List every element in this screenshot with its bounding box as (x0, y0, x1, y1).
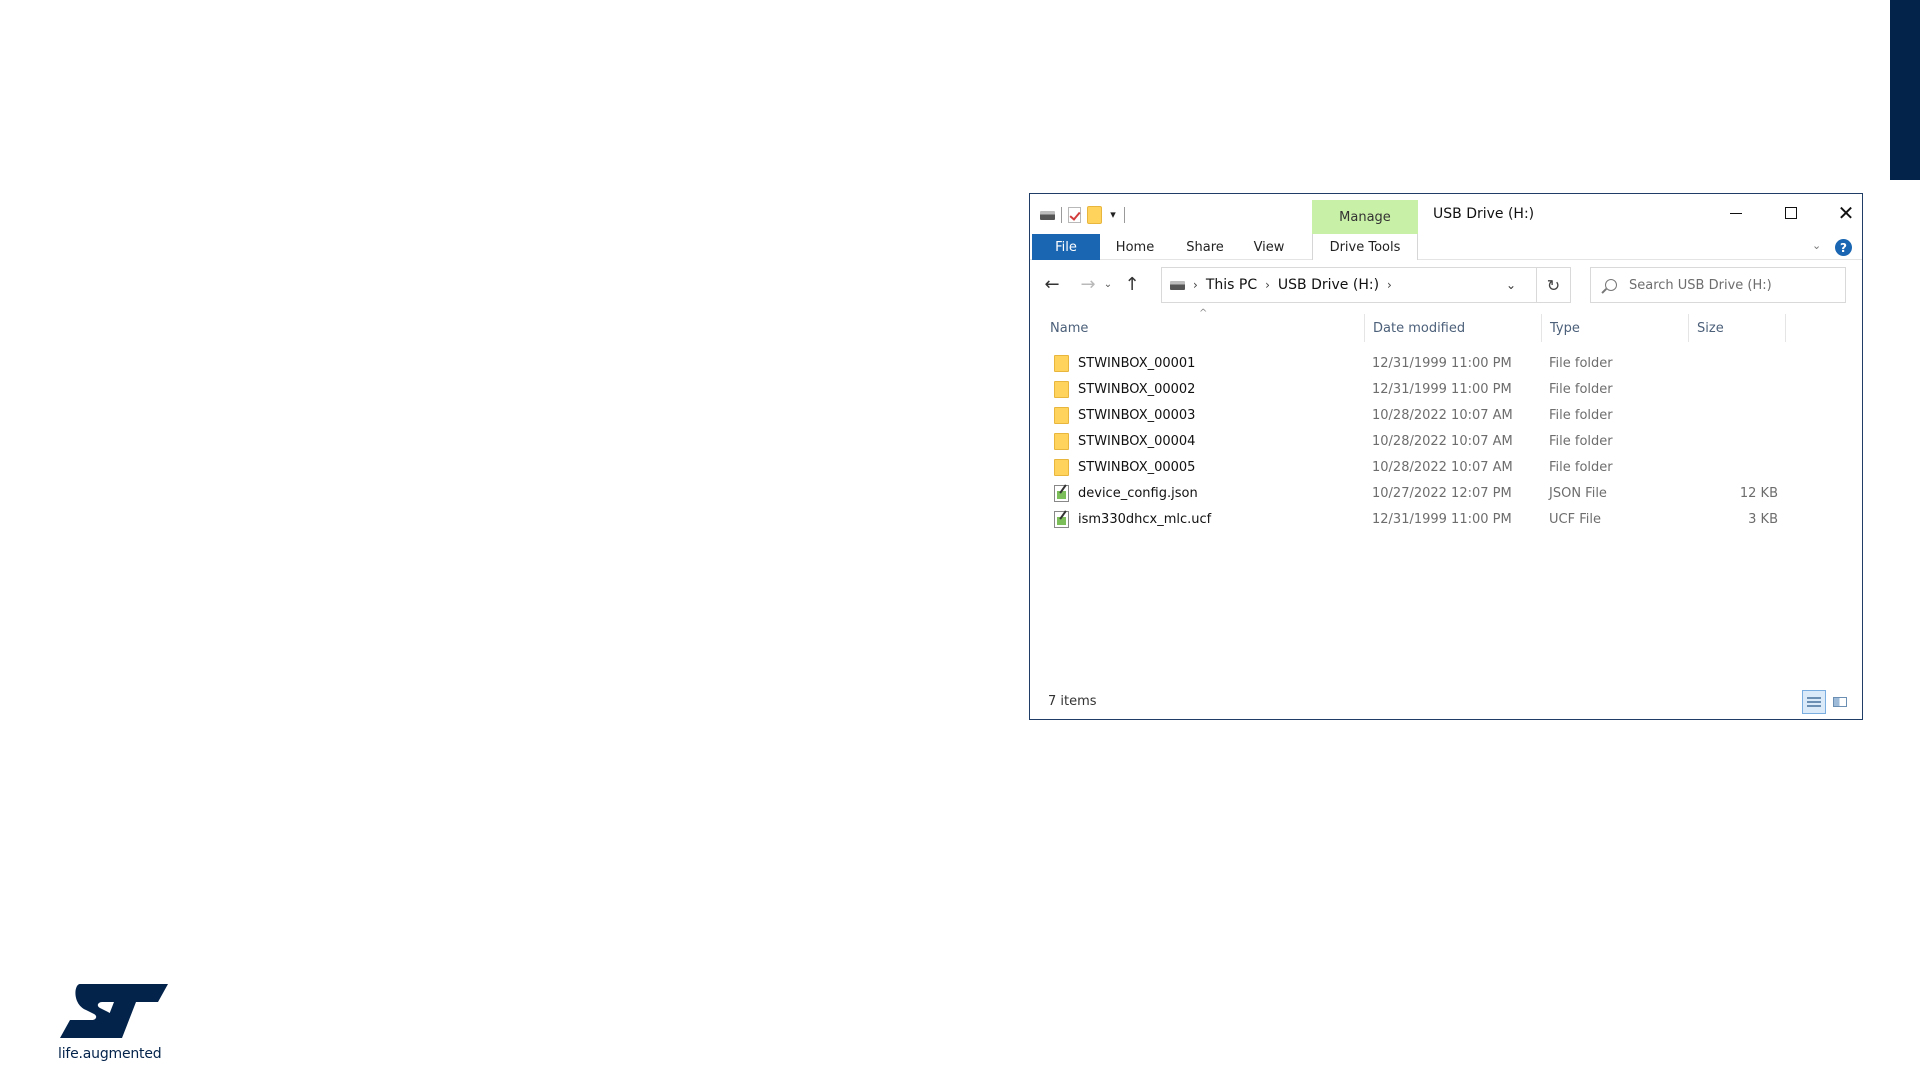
file-type: UCF File (1549, 512, 1601, 527)
file-name: ism330dhcx_mlc.ucf (1078, 512, 1212, 527)
file-icon (1054, 485, 1069, 502)
file-name: STWINBOX_00005 (1078, 460, 1196, 475)
details-view-icon (1807, 696, 1821, 708)
logo-tagline: life.augmented (58, 1046, 162, 1062)
file-name: STWINBOX_00001 (1078, 356, 1196, 371)
address-history-chevron-icon[interactable]: ⌄ (1506, 278, 1516, 292)
file-date: 12/31/1999 11:00 PM (1372, 512, 1512, 527)
slide-accent-bar (1890, 0, 1920, 180)
ribbon-tabs: File Home Share View Drive Tools ⌄ ? (1030, 234, 1862, 260)
address-bar[interactable]: › This PC › USB Drive (H:) › ⌄ (1161, 267, 1537, 303)
customize-dropdown-icon[interactable]: ▾ (1108, 209, 1118, 220)
minimize-button[interactable] (1713, 198, 1759, 228)
details-view-button[interactable] (1802, 690, 1826, 714)
st-logo-icon (60, 984, 168, 1038)
file-type: File folder (1549, 382, 1613, 397)
up-button[interactable]: ↑ (1119, 271, 1145, 297)
properties-icon[interactable] (1068, 207, 1081, 223)
tab-view[interactable]: View (1242, 234, 1296, 260)
file-row[interactable]: ism330dhcx_mlc.ucf 12/31/1999 11:00 PM U… (1030, 507, 1862, 533)
recent-locations-button[interactable]: ⌄ (1100, 271, 1116, 297)
breadcrumb-separator[interactable]: › (1193, 278, 1198, 292)
file-list: STWINBOX_00001 12/31/1999 11:00 PM File … (1030, 351, 1862, 533)
folder-icon (1054, 433, 1069, 450)
file-row[interactable]: STWINBOX_00002 12/31/1999 11:00 PM File … (1030, 377, 1862, 403)
file-icon (1054, 511, 1069, 528)
file-size: 3 KB (1748, 512, 1778, 527)
file-date: 10/28/2022 10:07 AM (1372, 460, 1513, 475)
file-type: File folder (1549, 356, 1613, 371)
file-explorer-window: ▾ Manage USB Drive (H:) ✕ File Home Shar… (1029, 193, 1863, 720)
file-row[interactable]: device_config.json 10/27/2022 12:07 PM J… (1030, 481, 1862, 507)
file-date: 12/31/1999 11:00 PM (1372, 356, 1512, 371)
drive-icon (1170, 280, 1185, 290)
breadcrumb-this-pc[interactable]: This PC (1206, 277, 1257, 293)
file-date: 10/28/2022 10:07 AM (1372, 408, 1513, 423)
large-icons-view-button[interactable] (1830, 692, 1850, 712)
back-button[interactable]: ← (1039, 271, 1065, 297)
file-size: 12 KB (1739, 486, 1778, 501)
file-date: 10/27/2022 12:07 PM (1372, 486, 1512, 501)
tab-manage[interactable]: Manage (1312, 200, 1418, 234)
tab-home[interactable]: Home (1105, 234, 1165, 260)
maximize-button[interactable] (1768, 198, 1814, 228)
file-date: 10/28/2022 10:07 AM (1372, 434, 1513, 449)
st-logo: life.augmented (58, 980, 176, 1062)
file-type: File folder (1549, 408, 1613, 423)
search-input[interactable] (1629, 277, 1829, 293)
expand-ribbon-icon[interactable]: ⌄ (1812, 239, 1821, 252)
maximize-icon (1785, 207, 1797, 219)
breadcrumb-separator[interactable]: › (1265, 278, 1270, 292)
toolbar-divider (1124, 207, 1125, 223)
folder-icon (1054, 459, 1069, 476)
search-box[interactable] (1590, 267, 1846, 303)
large-icons-view-icon (1833, 697, 1847, 707)
title-bar: ▾ Manage USB Drive (H:) ✕ (1030, 194, 1862, 234)
file-row[interactable]: STWINBOX_00001 12/31/1999 11:00 PM File … (1030, 351, 1862, 377)
column-header-date-modified[interactable]: Date modified (1364, 314, 1540, 342)
column-header-size[interactable]: Size (1688, 314, 1786, 342)
tab-drive-tools[interactable]: Drive Tools (1312, 234, 1418, 260)
tab-share[interactable]: Share (1175, 234, 1235, 260)
minimize-icon (1730, 212, 1742, 214)
new-folder-icon[interactable] (1087, 206, 1102, 224)
file-type: File folder (1549, 460, 1613, 475)
help-icon[interactable]: ? (1835, 239, 1852, 256)
navigation-bar: ← → ⌄ ↑ › This PC › USB Drive (H:) › ⌄ ↻ (1030, 265, 1862, 303)
toolbar-divider (1061, 207, 1062, 223)
folder-icon (1054, 407, 1069, 424)
breadcrumb-separator[interactable]: › (1387, 278, 1392, 292)
folder-icon (1054, 355, 1069, 372)
file-row[interactable]: STWINBOX_00004 10/28/2022 10:07 AM File … (1030, 429, 1862, 455)
file-name: STWINBOX_00002 (1078, 382, 1196, 397)
close-button[interactable]: ✕ (1823, 198, 1862, 228)
file-name: STWINBOX_00003 (1078, 408, 1196, 423)
window-title: USB Drive (H:) (1433, 206, 1535, 222)
file-date: 12/31/1999 11:00 PM (1372, 382, 1512, 397)
search-icon (1605, 279, 1617, 291)
file-name: device_config.json (1078, 486, 1198, 501)
column-header-type[interactable]: Type (1541, 314, 1687, 342)
file-type: JSON File (1549, 486, 1607, 501)
tab-file[interactable]: File (1032, 234, 1100, 260)
file-name: STWINBOX_00004 (1078, 434, 1196, 449)
breadcrumb-usb-drive[interactable]: USB Drive (H:) (1278, 277, 1379, 293)
quick-access-toolbar: ▾ (1040, 204, 1125, 226)
folder-icon (1054, 381, 1069, 398)
column-header-name[interactable]: Name (1050, 314, 1362, 342)
forward-button[interactable]: → (1075, 271, 1101, 297)
status-item-count: 7 items (1048, 694, 1097, 709)
file-row[interactable]: STWINBOX_00005 10/28/2022 10:07 AM File … (1030, 455, 1862, 481)
file-type: File folder (1549, 434, 1613, 449)
file-row[interactable]: STWINBOX_00003 10/28/2022 10:07 AM File … (1030, 403, 1862, 429)
drive-icon (1040, 210, 1055, 220)
refresh-button[interactable]: ↻ (1537, 267, 1571, 303)
